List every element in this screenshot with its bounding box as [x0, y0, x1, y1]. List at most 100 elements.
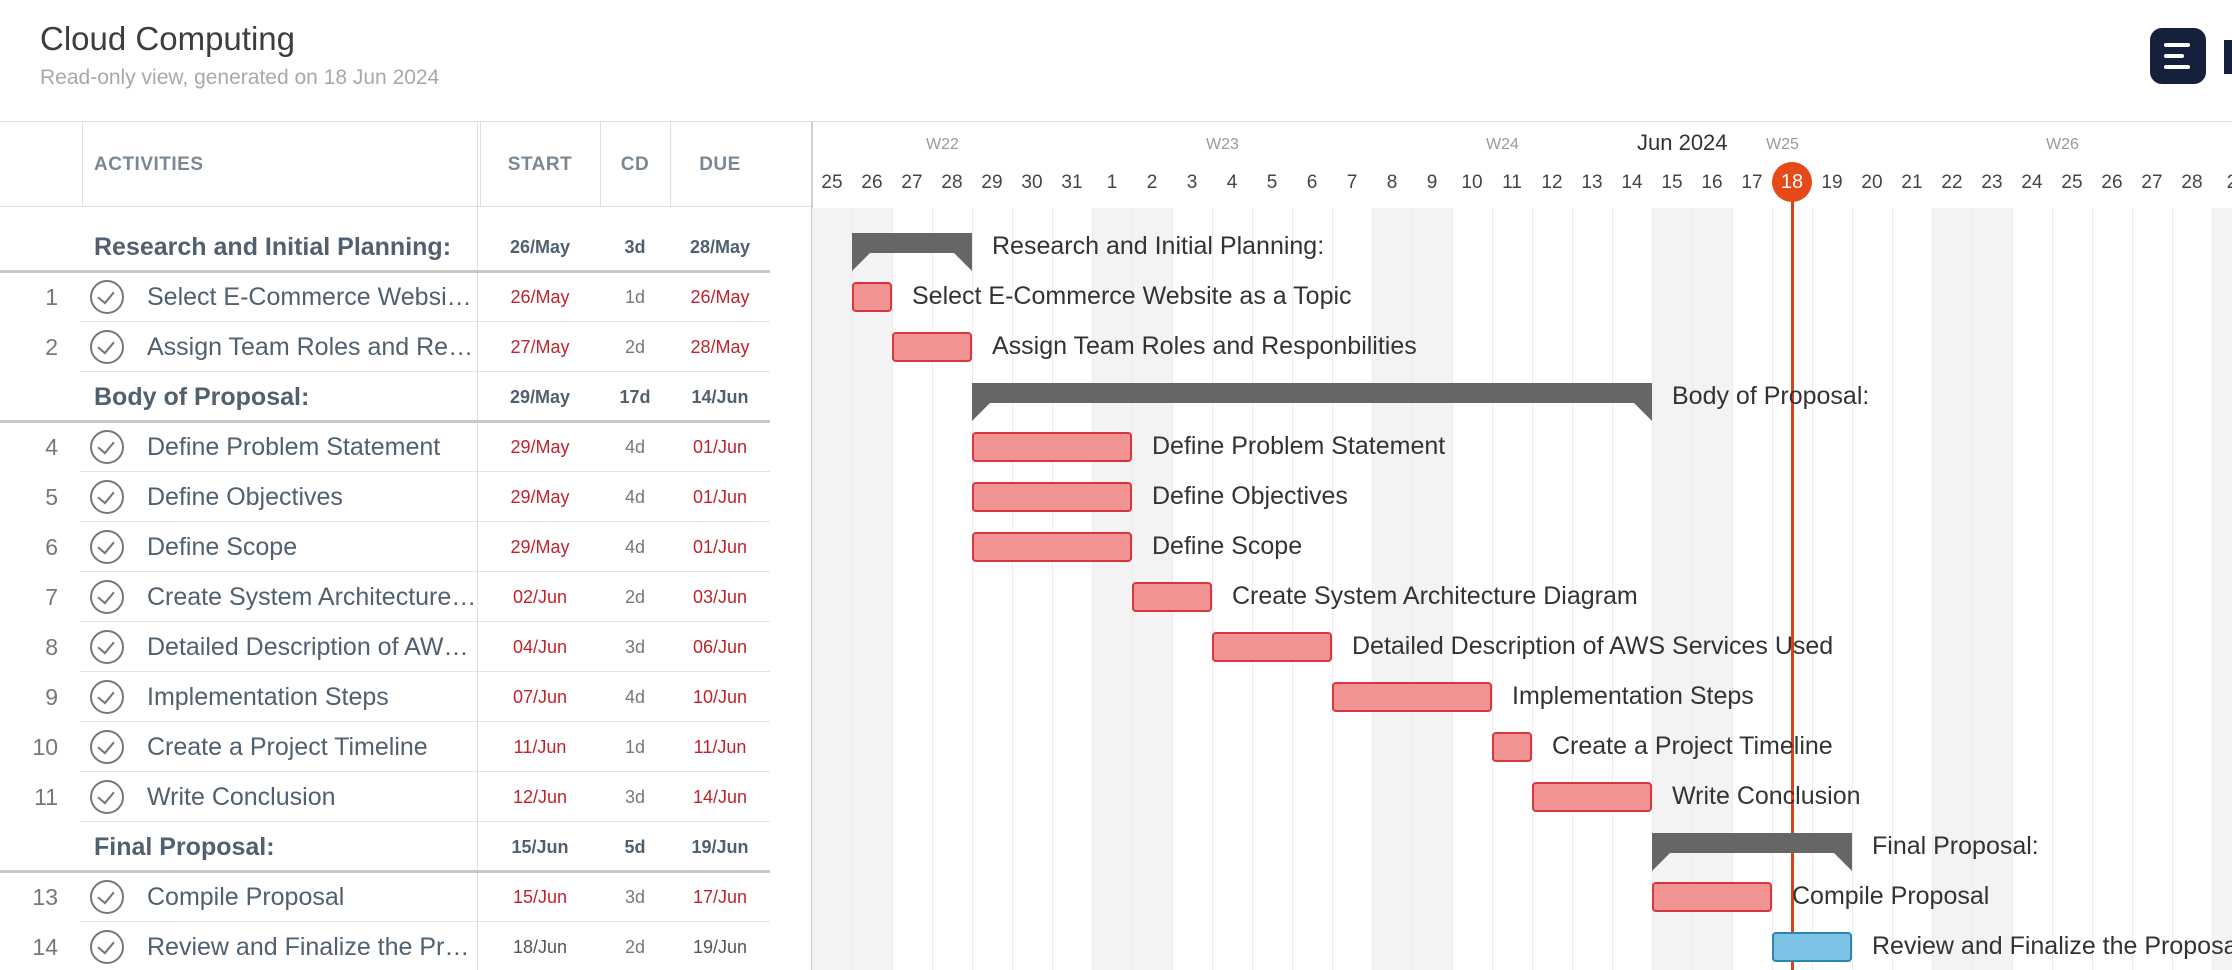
task-name[interactable]: Review and Finalize the Proposal [147, 922, 477, 970]
check-circle-icon[interactable] [90, 680, 124, 714]
day-label: 21 [1901, 172, 1923, 193]
check-circle-icon[interactable] [90, 630, 124, 664]
day-label: 8 [1386, 172, 1398, 193]
task-bar[interactable] [1532, 782, 1652, 812]
check-circle-icon[interactable] [90, 580, 124, 614]
duration: 3d [624, 236, 646, 257]
check-circle-icon[interactable] [90, 530, 124, 564]
task-row[interactable]: 6 Define Scope 29/May 4d 01/Jun [0, 522, 770, 572]
task-row[interactable]: 10 Create a Project Timeline 11/Jun 1d 11/Ju… [0, 722, 770, 772]
column-header-start[interactable]: START [480, 122, 600, 208]
due-date: 17/Jun [692, 886, 748, 907]
check-circle-icon[interactable] [90, 880, 124, 914]
row-number: 4 [45, 433, 58, 460]
duration: 3d [624, 786, 646, 807]
check-circle-icon[interactable] [90, 730, 124, 764]
day-label: 25 [821, 172, 843, 193]
start-date: 26/May [510, 286, 570, 307]
task-name[interactable]: Implementation Steps [147, 672, 477, 722]
grid-line [852, 208, 853, 970]
page-title: Cloud Computing [40, 20, 295, 57]
group-row[interactable]: Final Proposal: 15/Jun 5d 19/Jun [0, 822, 770, 873]
day-label: 25 [2061, 172, 2083, 193]
check-circle-icon[interactable] [90, 480, 124, 514]
task-bar[interactable] [1332, 682, 1492, 712]
day-label: 10 [1461, 172, 1483, 193]
task-row[interactable]: 11 Write Conclusion 12/Jun 3d 14/Jun [0, 772, 770, 822]
start-date: 29/May [510, 486, 570, 507]
weekend-shade [2212, 208, 2232, 970]
task-name[interactable]: Define Objectives [147, 472, 477, 522]
task-name[interactable]: Define Scope [147, 522, 477, 572]
start-date: 11/Jun [513, 736, 567, 757]
bar-label: Compile Proposal [1792, 882, 1990, 910]
task-bar[interactable] [972, 432, 1132, 462]
task-name[interactable]: Define Problem Statement [147, 422, 477, 472]
task-name[interactable]: Assign Team Roles and Responbilities [147, 322, 477, 372]
today-marker: 18 [1772, 162, 1812, 202]
start-date: 12/Jun [512, 786, 568, 807]
task-row[interactable]: 1 Select E-Commerce Website as a Topic 26/… [0, 272, 770, 322]
day-label: 9 [1426, 172, 1438, 193]
task-bar[interactable] [972, 482, 1132, 512]
row-number: 2 [45, 333, 58, 360]
task-bar[interactable] [1132, 582, 1212, 612]
group-bar[interactable] [1652, 833, 1852, 871]
task-row[interactable]: 13 Compile Proposal 15/Jun 3d 17/Jun [0, 872, 770, 922]
day-label: 31 [1061, 172, 1083, 193]
task-row[interactable]: 2 Assign Team Roles and Responbilities 27/… [0, 322, 770, 372]
grid-line [1212, 208, 1213, 970]
task-row[interactable]: 14 Review and Finalize the Proposal 18/Jun… [0, 922, 770, 970]
day-label: 22 [1941, 172, 1963, 193]
week-label: W25 [1766, 136, 1799, 153]
task-bar[interactable] [1652, 882, 1772, 912]
task-name[interactable]: Write Conclusion [147, 772, 477, 822]
grid-line [1012, 208, 1013, 970]
start-date: 18/Jun [512, 936, 568, 957]
check-circle-icon[interactable] [90, 430, 124, 464]
task-name[interactable]: Detailed Description of AWS Services Use… [147, 622, 477, 672]
task-row[interactable]: 4 Define Problem Statement 29/May 4d 01/Jun [0, 422, 770, 472]
group-row[interactable]: Research and Initial Planning: 26/May 3d 28… [0, 222, 770, 273]
day-label: 11 [1502, 172, 1522, 193]
group-bar[interactable] [972, 383, 1652, 421]
group-bar[interactable] [852, 233, 972, 271]
start-date: 29/May [510, 536, 570, 557]
due-date: 26/May [690, 286, 750, 307]
task-name[interactable]: Create System Architecture Diagram [147, 572, 477, 622]
row-number: 14 [32, 933, 58, 960]
task-bar[interactable] [892, 332, 972, 362]
task-bar[interactable] [852, 282, 892, 312]
task-row[interactable]: 7 Create System Architecture Diagram 02/Ju… [0, 572, 770, 622]
day-label: 27 [901, 172, 923, 193]
task-name[interactable]: Compile Proposal [147, 872, 477, 922]
start-date: 07/Jun [512, 686, 568, 707]
task-bar[interactable] [972, 532, 1132, 562]
task-row[interactable]: 9 Implementation Steps 07/Jun 4d 10/Jun [0, 672, 770, 722]
column-header-cd[interactable]: CD [600, 122, 670, 208]
due-date: 11/Jun [693, 736, 747, 757]
app-logo[interactable] [2150, 28, 2206, 84]
check-circle-icon[interactable] [90, 930, 124, 964]
task-row[interactable]: 8 Detailed Description of AWS Services Us… [0, 622, 770, 672]
row-number: 7 [45, 583, 58, 610]
task-name[interactable]: Create a Project Timeline [147, 722, 477, 772]
task-row[interactable]: 5 Define Objectives 29/May 4d 01/Jun [0, 472, 770, 522]
grid-line [2212, 208, 2213, 970]
duration: 1d [624, 736, 646, 757]
check-circle-icon[interactable] [90, 280, 124, 314]
row-number: 10 [32, 733, 58, 760]
column-header-due[interactable]: DUE [670, 122, 770, 208]
group-row[interactable]: Body of Proposal: 29/May 17d 14/Jun [0, 372, 770, 423]
due-date: 28/May [689, 236, 751, 257]
task-name[interactable]: Select E-Commerce Website as a Topic [147, 272, 477, 322]
task-bar[interactable] [1772, 932, 1852, 962]
task-bar[interactable] [1212, 632, 1332, 662]
weekend-shade [852, 208, 892, 970]
grid-line [1812, 208, 1813, 970]
column-header-activities[interactable]: ACTIVITIES [94, 122, 204, 208]
check-circle-icon[interactable] [90, 330, 124, 364]
task-bar[interactable] [1492, 732, 1532, 762]
check-circle-icon[interactable] [90, 780, 124, 814]
day-label: 28 [2181, 172, 2203, 193]
